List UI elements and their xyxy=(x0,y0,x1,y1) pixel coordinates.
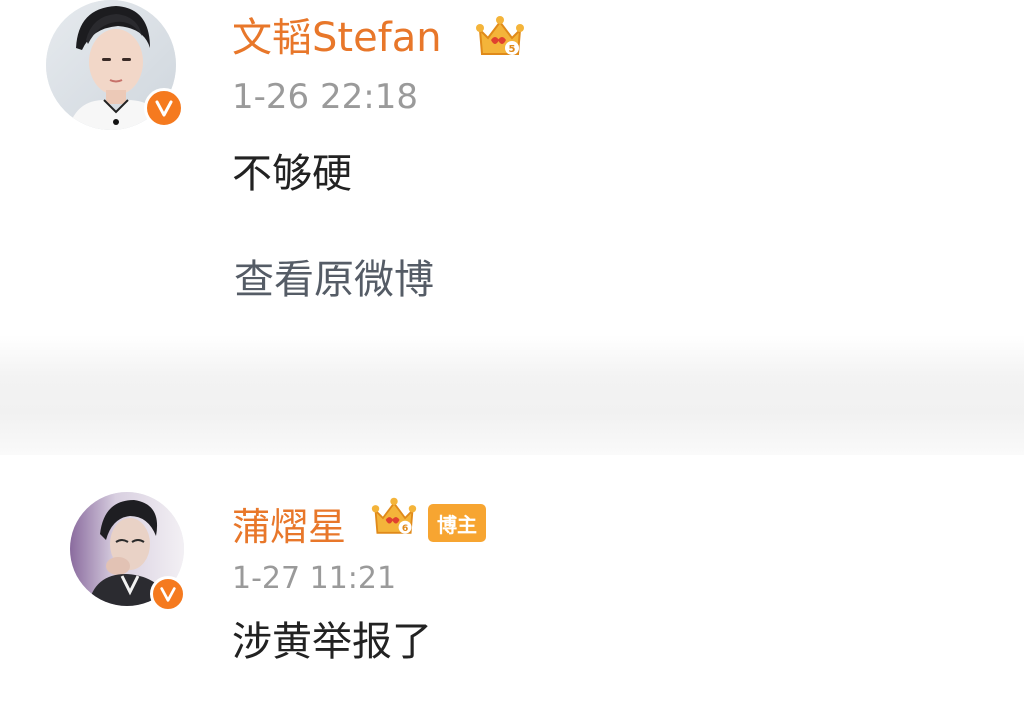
avatar-container[interactable] xyxy=(70,492,188,612)
verified-badge-icon xyxy=(150,576,186,612)
blogger-tag-badge: 博主 xyxy=(428,504,486,542)
comment-text: 涉黄举报了 xyxy=(232,619,432,665)
avatar-container[interactable] xyxy=(46,0,186,130)
weibo-comment-screen: 文韬Stefan 5 1-26 22:18 不够硬 查看原微博 蒲熠星 6 博主… xyxy=(0,0,1024,709)
section-divider xyxy=(0,335,1024,455)
svg-text:5: 5 xyxy=(509,44,516,55)
vip-crown-icon: 6 xyxy=(370,494,418,546)
post-timestamp: 1-27 11:21 xyxy=(232,561,397,596)
verified-badge-icon xyxy=(144,88,184,128)
vip-crown-icon: 5 xyxy=(474,12,526,68)
username[interactable]: 蒲熠星 xyxy=(232,508,346,546)
post-timestamp: 1-26 22:18 xyxy=(232,77,418,117)
svg-text:6: 6 xyxy=(402,523,408,534)
view-original-post-link[interactable]: 查看原微博 xyxy=(234,260,434,300)
username[interactable]: 文韬Stefan xyxy=(232,18,442,58)
comment-text: 不够硬 xyxy=(232,151,352,197)
